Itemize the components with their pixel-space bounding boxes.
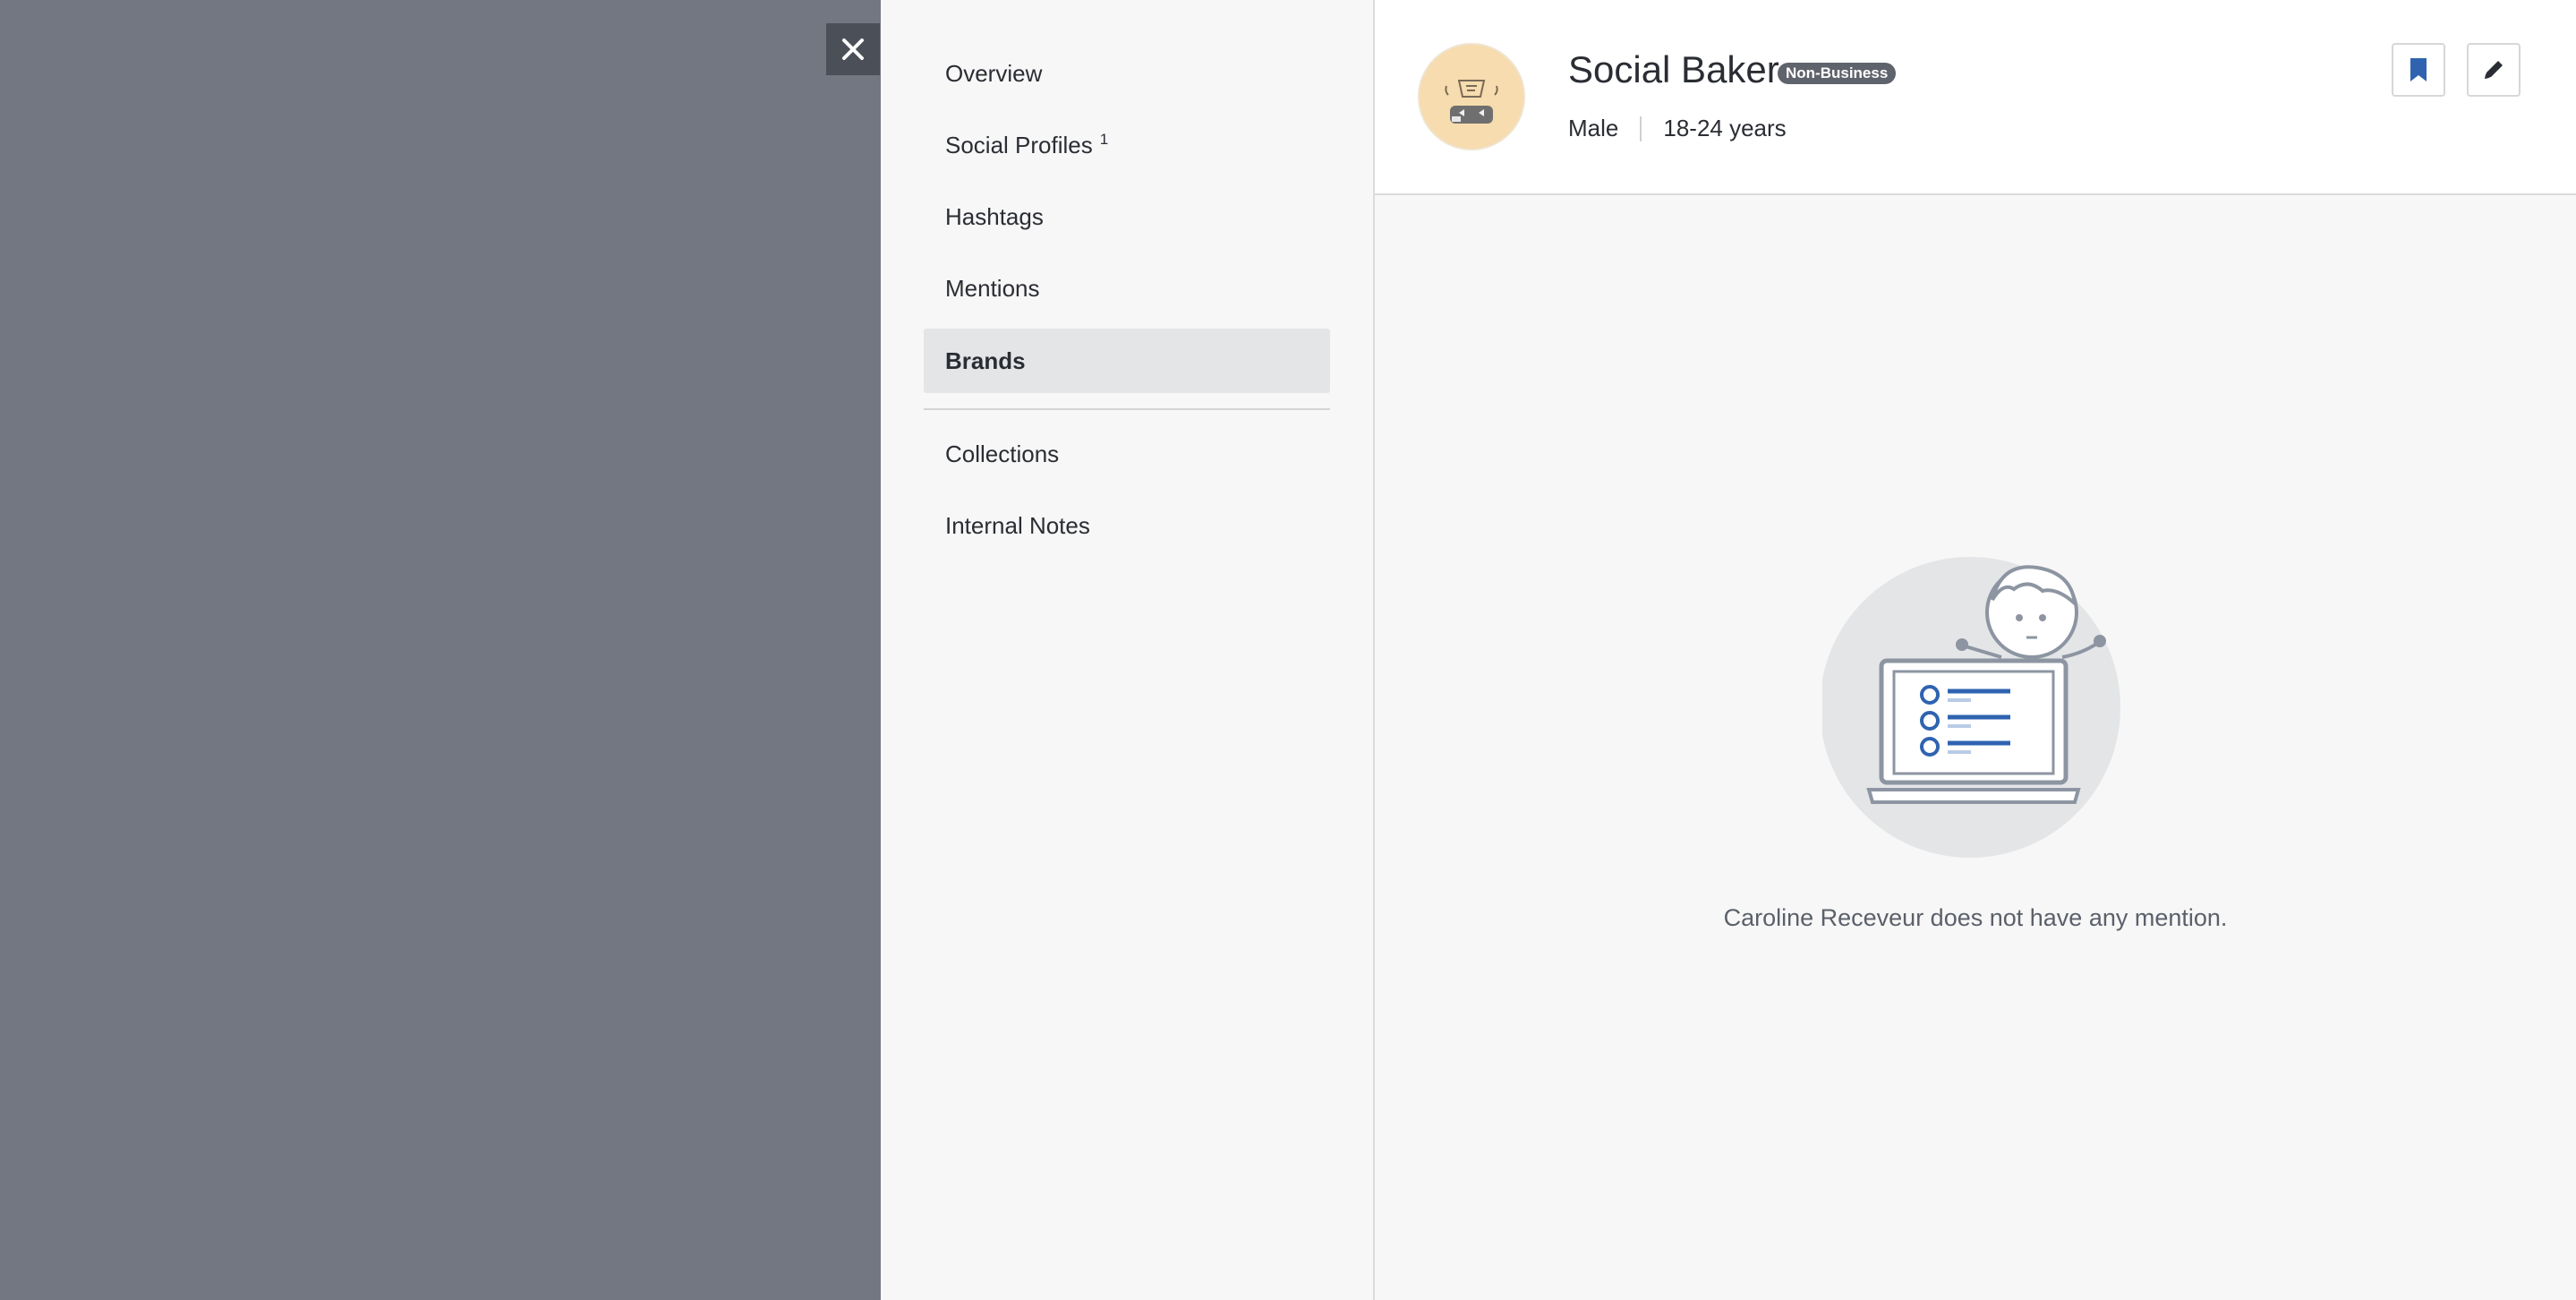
nav-item-label: Brands (945, 346, 1026, 374)
nav-item-internal-notes[interactable]: Internal Notes (924, 493, 1330, 558)
profile-sidenav: Overview Social Profiles 1 Hashtags Menti… (881, 0, 1375, 1300)
nav-item-overview[interactable]: Overview (924, 41, 1330, 106)
profile-header: Social Baker Non-Business Male 18-24 yea… (1375, 0, 2576, 195)
nav-item-brands[interactable]: Brands (924, 329, 1330, 393)
nav-item-label: Internal Notes (945, 511, 1090, 539)
nav-item-social-profiles[interactable]: Social Profiles 1 (924, 113, 1330, 177)
nav-item-label: Overview (945, 59, 1043, 87)
nav-item-count: 1 (1099, 131, 1109, 148)
account-type-badge: Non-Business (1778, 63, 1897, 84)
bookmark-button[interactable] (2392, 43, 2445, 97)
nav-item-collections[interactable]: Collections (924, 422, 1330, 486)
edit-button[interactable] (2467, 43, 2521, 97)
nav-item-mentions[interactable]: Mentions (924, 256, 1330, 321)
pencil-icon (2485, 61, 2503, 79)
close-button[interactable] (826, 23, 880, 75)
close-icon (842, 38, 864, 60)
age-range-label: 18-24 years (1663, 115, 1787, 141)
empty-state-message: Caroline Receveur does not have any ment… (1723, 904, 2228, 931)
meta-separator (1640, 115, 1642, 141)
nav-divider (924, 408, 1330, 410)
nav-item-label: Mentions (945, 274, 1040, 302)
nav-item-hashtags[interactable]: Hashtags (924, 184, 1330, 249)
nav-item-label: Hashtags (945, 202, 1044, 230)
profile-main: Social Baker Non-Business Male 18-24 yea… (1375, 0, 2576, 1300)
avatar (1418, 43, 1525, 150)
profile-panel: Overview Social Profiles 1 Hashtags Menti… (881, 0, 2576, 1300)
profile-demographics: Male 18-24 years (1568, 115, 1787, 142)
gender-label: Male (1568, 115, 1619, 141)
backdrop-overlay[interactable] (0, 0, 881, 1300)
nav-item-label: Collections (945, 440, 1060, 467)
empty-state-illustration (1822, 557, 2120, 858)
profile-name: Social Baker (1568, 48, 1779, 90)
nav-item-label: Social Profiles (945, 131, 1093, 158)
bookmark-icon (2410, 58, 2427, 81)
